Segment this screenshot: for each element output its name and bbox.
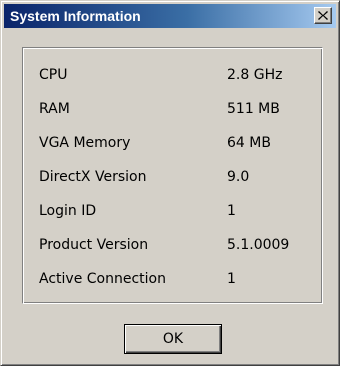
info-row-active-connection: Active Connection 1: [23, 271, 322, 291]
info-value: 9.0: [227, 169, 250, 185]
info-value: 1: [227, 203, 236, 219]
info-row-ram: RAM 511 MB: [23, 101, 322, 121]
info-label: Product Version: [39, 237, 149, 253]
close-button[interactable]: [314, 7, 332, 24]
info-value: 2.8 GHz: [227, 67, 283, 83]
info-value: 5.1.0009: [227, 237, 290, 253]
info-label: DirectX Version: [39, 169, 147, 185]
info-value: 64 MB: [227, 135, 271, 151]
info-label: VGA Memory: [39, 135, 131, 151]
dialog-title: System Information: [10, 8, 141, 24]
info-value: 511 MB: [227, 101, 280, 117]
system-information-dialog: System Information CPU 2.8 GHz RAM 511 M…: [0, 0, 340, 366]
info-row-directx-version: DirectX Version 9.0: [23, 169, 322, 189]
info-row-product-version: Product Version 5.1.0009: [23, 237, 322, 257]
info-label: Login ID: [39, 203, 97, 219]
ok-button[interactable]: OK: [124, 324, 222, 354]
info-row-login-id: Login ID 1: [23, 203, 322, 223]
info-value: 1: [227, 271, 236, 287]
title-bar[interactable]: System Information: [4, 4, 336, 28]
info-row-cpu: CPU 2.8 GHz: [23, 67, 322, 87]
info-label: RAM: [39, 101, 70, 117]
info-row-vga-memory: VGA Memory 64 MB: [23, 135, 322, 155]
close-icon: [318, 11, 328, 20]
info-label: Active Connection: [39, 271, 166, 287]
info-group-box: CPU 2.8 GHz RAM 511 MB VGA Memory 64 MB …: [22, 47, 323, 304]
info-label: CPU: [39, 67, 68, 83]
